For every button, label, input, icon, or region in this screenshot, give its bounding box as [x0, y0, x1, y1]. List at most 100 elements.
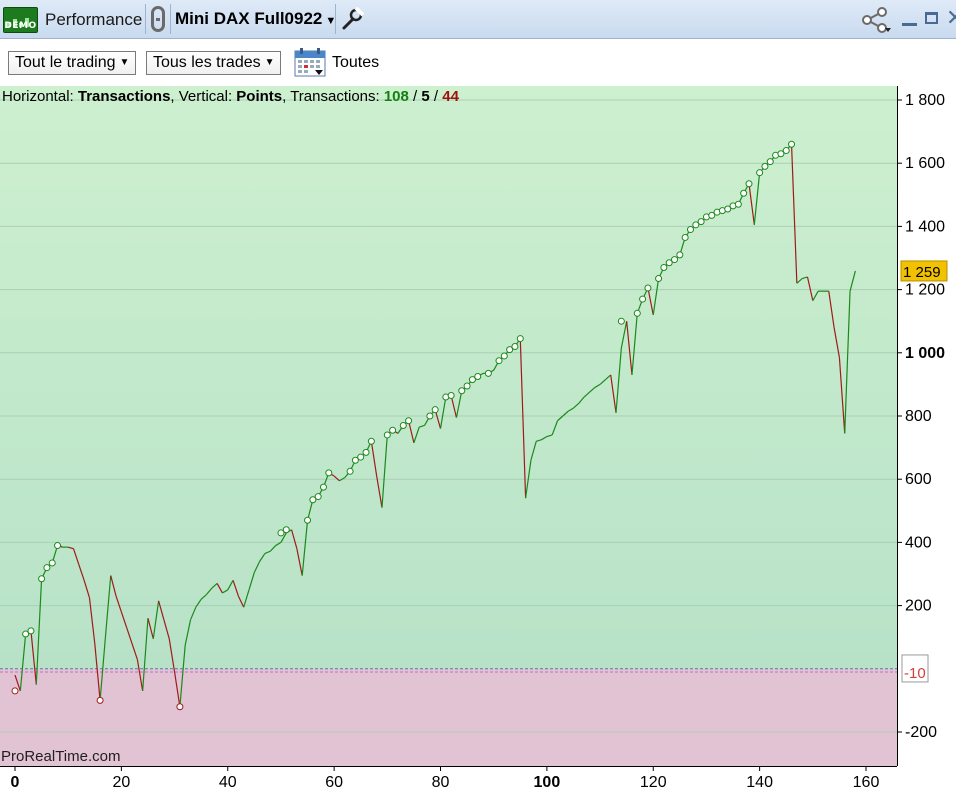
x-tick-label: 60	[325, 774, 343, 791]
y-tick-label: 1 200	[905, 282, 945, 299]
maximize-icon[interactable]	[925, 12, 938, 24]
neutral-count: 5	[421, 88, 430, 105]
separator	[170, 4, 171, 34]
trade-marker	[27, 627, 35, 635]
trade-marker	[54, 542, 62, 550]
y-tick-label: 400	[905, 534, 932, 551]
trade-marker	[782, 147, 790, 155]
trade-marker	[511, 342, 519, 350]
trade-marker	[681, 233, 689, 241]
trade-marker	[383, 431, 391, 439]
minimize-icon[interactable]	[902, 23, 917, 26]
x-tick-label: 120	[640, 774, 667, 791]
trade-marker	[43, 564, 51, 572]
module-title: Performance	[45, 10, 143, 29]
trade-marker	[458, 387, 466, 395]
trades-filter-select[interactable]: Tous les trades ▼	[146, 51, 281, 75]
threshold-label: -10	[904, 665, 926, 682]
instrument-selector[interactable]: Mini DAX Full0922 ▼	[175, 9, 336, 29]
current-value-label: 1 259	[903, 264, 941, 281]
close-icon[interactable]: ✕	[946, 6, 956, 31]
chevron-down-icon: ▼	[264, 57, 275, 68]
trading-scope-select[interactable]: Tout le trading ▼	[8, 51, 136, 75]
current-value-badge: 1 259	[900, 260, 948, 282]
calendar-icon[interactable]	[294, 47, 326, 77]
trade-marker	[697, 218, 705, 226]
trading-scope-value: Tout le trading	[15, 54, 116, 71]
period-label[interactable]: Toutes	[332, 54, 379, 72]
trade-marker	[426, 412, 434, 420]
x-tick-label: 0	[11, 774, 20, 791]
separator	[145, 4, 146, 34]
demo-badge-text: DEMO	[4, 21, 37, 31]
trade-marker	[304, 516, 312, 524]
trade-marker	[38, 575, 46, 583]
trade-marker	[346, 467, 354, 475]
trade-marker	[484, 369, 492, 377]
trade-marker	[761, 162, 769, 170]
trade-marker	[734, 200, 742, 208]
trade-marker	[633, 309, 641, 317]
trade-marker	[500, 352, 508, 360]
trade-marker	[319, 483, 327, 491]
chevron-down-icon: ▼	[119, 57, 130, 68]
share-icon[interactable]	[860, 7, 894, 33]
equity-curve-chart[interactable]: -2002004006008001 0001 2001 4001 6001 80…	[0, 86, 956, 795]
y-tick-label: 600	[905, 471, 932, 488]
y-tick-label: 1 000	[905, 345, 945, 362]
trade-marker	[389, 426, 397, 434]
trade-marker	[96, 696, 104, 704]
trade-marker	[474, 373, 482, 380]
trade-marker	[655, 275, 663, 283]
y-axis: -200 200 400 600 800 1 000 1 200 1 400 1 600 1 80…	[897, 92, 945, 741]
link-icon[interactable]	[151, 6, 165, 32]
trade-marker	[431, 406, 439, 414]
count-separator: /	[408, 88, 422, 105]
trade-marker	[325, 469, 333, 477]
trade-marker	[282, 526, 290, 534]
instrument-name: Mini DAX Full0922	[175, 9, 323, 28]
trade-marker	[686, 226, 694, 234]
x-tick-label: 20	[112, 774, 130, 791]
y-tick-label: 1 800	[905, 92, 945, 109]
title-bar: DEMO Performance Mini DAX Full0922 ▼ ✕	[0, 0, 956, 39]
trade-marker	[495, 357, 503, 365]
x-tick-label: 160	[853, 774, 880, 791]
count-separator: /	[429, 88, 443, 105]
trade-marker	[745, 180, 753, 188]
vertical-value: Points	[236, 88, 283, 105]
horizontal-value: Transactions	[77, 88, 171, 105]
trade-marker	[644, 284, 652, 292]
x-tick-label: 80	[432, 774, 450, 791]
transactions-prefix: , Transactions:	[282, 88, 384, 105]
x-tick-label: 100	[534, 774, 561, 791]
demo-badge-icon: DEMO	[3, 7, 38, 33]
threshold-badge: -10	[901, 654, 929, 683]
y-tick-label: 800	[905, 408, 932, 425]
trade-marker	[740, 189, 748, 197]
x-axis: 0 20 40 60 80 100 120 140 160	[11, 766, 880, 791]
trade-marker	[671, 256, 679, 264]
trade-marker	[11, 687, 19, 695]
y-tick-label: 1 400	[905, 218, 945, 235]
trade-marker	[405, 417, 413, 425]
trade-marker	[399, 421, 407, 429]
trade-marker	[48, 559, 56, 567]
y-tick-label: -200	[905, 724, 937, 741]
winning-count: 108	[383, 88, 409, 105]
x-tick-label: 40	[219, 774, 237, 791]
trade-marker	[314, 493, 322, 501]
wrench-icon[interactable]	[341, 7, 365, 31]
trade-marker	[756, 169, 764, 177]
loss-area	[0, 668, 897, 766]
trade-marker	[660, 263, 668, 271]
trade-marker	[516, 335, 524, 343]
trades-filter-value: Tous les trades	[153, 54, 261, 71]
trade-marker	[367, 437, 375, 445]
trade-marker	[617, 317, 625, 325]
y-tick-label: 200	[905, 598, 932, 615]
separator	[335, 4, 336, 34]
chart-header: Horizontal: Transactions, Vertical: Poin…	[2, 88, 459, 105]
trade-marker	[362, 448, 370, 456]
losing-count: 44	[442, 88, 459, 105]
